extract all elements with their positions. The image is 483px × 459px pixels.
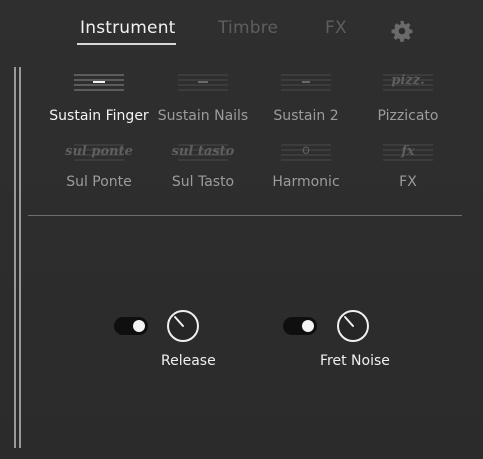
articulation-sustain-finger[interactable]: Sustain Finger bbox=[44, 70, 154, 124]
articulation-sul-tasto[interactable]: sul tasto Sul Tasto bbox=[148, 142, 258, 190]
toggle-knob bbox=[133, 320, 145, 332]
pizzicato-notation: pizz. bbox=[391, 73, 425, 88]
tab-fx[interactable]: FX bbox=[325, 18, 347, 38]
active-tab-indicator bbox=[77, 43, 176, 45]
toggle-knob bbox=[302, 320, 314, 332]
left-rail bbox=[14, 67, 16, 448]
sul-ponte-notation: sul ponte bbox=[65, 144, 133, 159]
articulation-label: Sul Tasto bbox=[171, 174, 235, 190]
articulation-label: Sustain Finger bbox=[49, 108, 149, 124]
section-divider bbox=[28, 215, 462, 216]
tab-instrument[interactable]: Instrument bbox=[80, 18, 176, 38]
articulation-label: FX bbox=[399, 174, 417, 190]
release-toggle[interactable] bbox=[114, 317, 148, 335]
harmonic-notation: o bbox=[302, 143, 310, 158]
left-rail bbox=[19, 67, 21, 448]
fret-noise-knob-icon[interactable] bbox=[336, 309, 370, 343]
articulation-fx[interactable]: fx FX bbox=[353, 142, 463, 190]
gear-icon[interactable] bbox=[391, 20, 413, 42]
articulation-label: Sustain Nails bbox=[157, 108, 249, 124]
fret-noise-label: Fret Noise bbox=[320, 353, 390, 369]
staff-icon bbox=[178, 74, 228, 91]
tab-timbre[interactable]: Timbre bbox=[218, 18, 278, 38]
fx-notation: fx bbox=[401, 144, 415, 159]
release-knob-icon[interactable] bbox=[166, 309, 200, 343]
fret-noise-toggle[interactable] bbox=[283, 317, 317, 335]
articulation-pizzicato[interactable]: pizz. Pizzicato bbox=[353, 70, 463, 124]
release-label: Release bbox=[161, 353, 216, 369]
staff-icon bbox=[281, 74, 331, 91]
articulation-sustain-2[interactable]: Sustain 2 bbox=[251, 70, 361, 124]
instrument-panel: Instrument Timbre FX Sustain Finger Sust… bbox=[0, 0, 483, 459]
articulation-label: Sustain 2 bbox=[273, 108, 339, 124]
sul-tasto-notation: sul tasto bbox=[171, 144, 235, 159]
staff-icon bbox=[74, 74, 124, 91]
articulation-label: Pizzicato bbox=[377, 108, 439, 124]
articulation-sustain-nails[interactable]: Sustain Nails bbox=[148, 70, 258, 124]
articulation-label: Harmonic bbox=[272, 174, 340, 190]
articulation-label: Sul Ponte bbox=[66, 174, 132, 190]
articulation-harmonic[interactable]: o Harmonic bbox=[251, 142, 361, 190]
articulation-sul-ponte[interactable]: sul ponte Sul Ponte bbox=[44, 142, 154, 190]
